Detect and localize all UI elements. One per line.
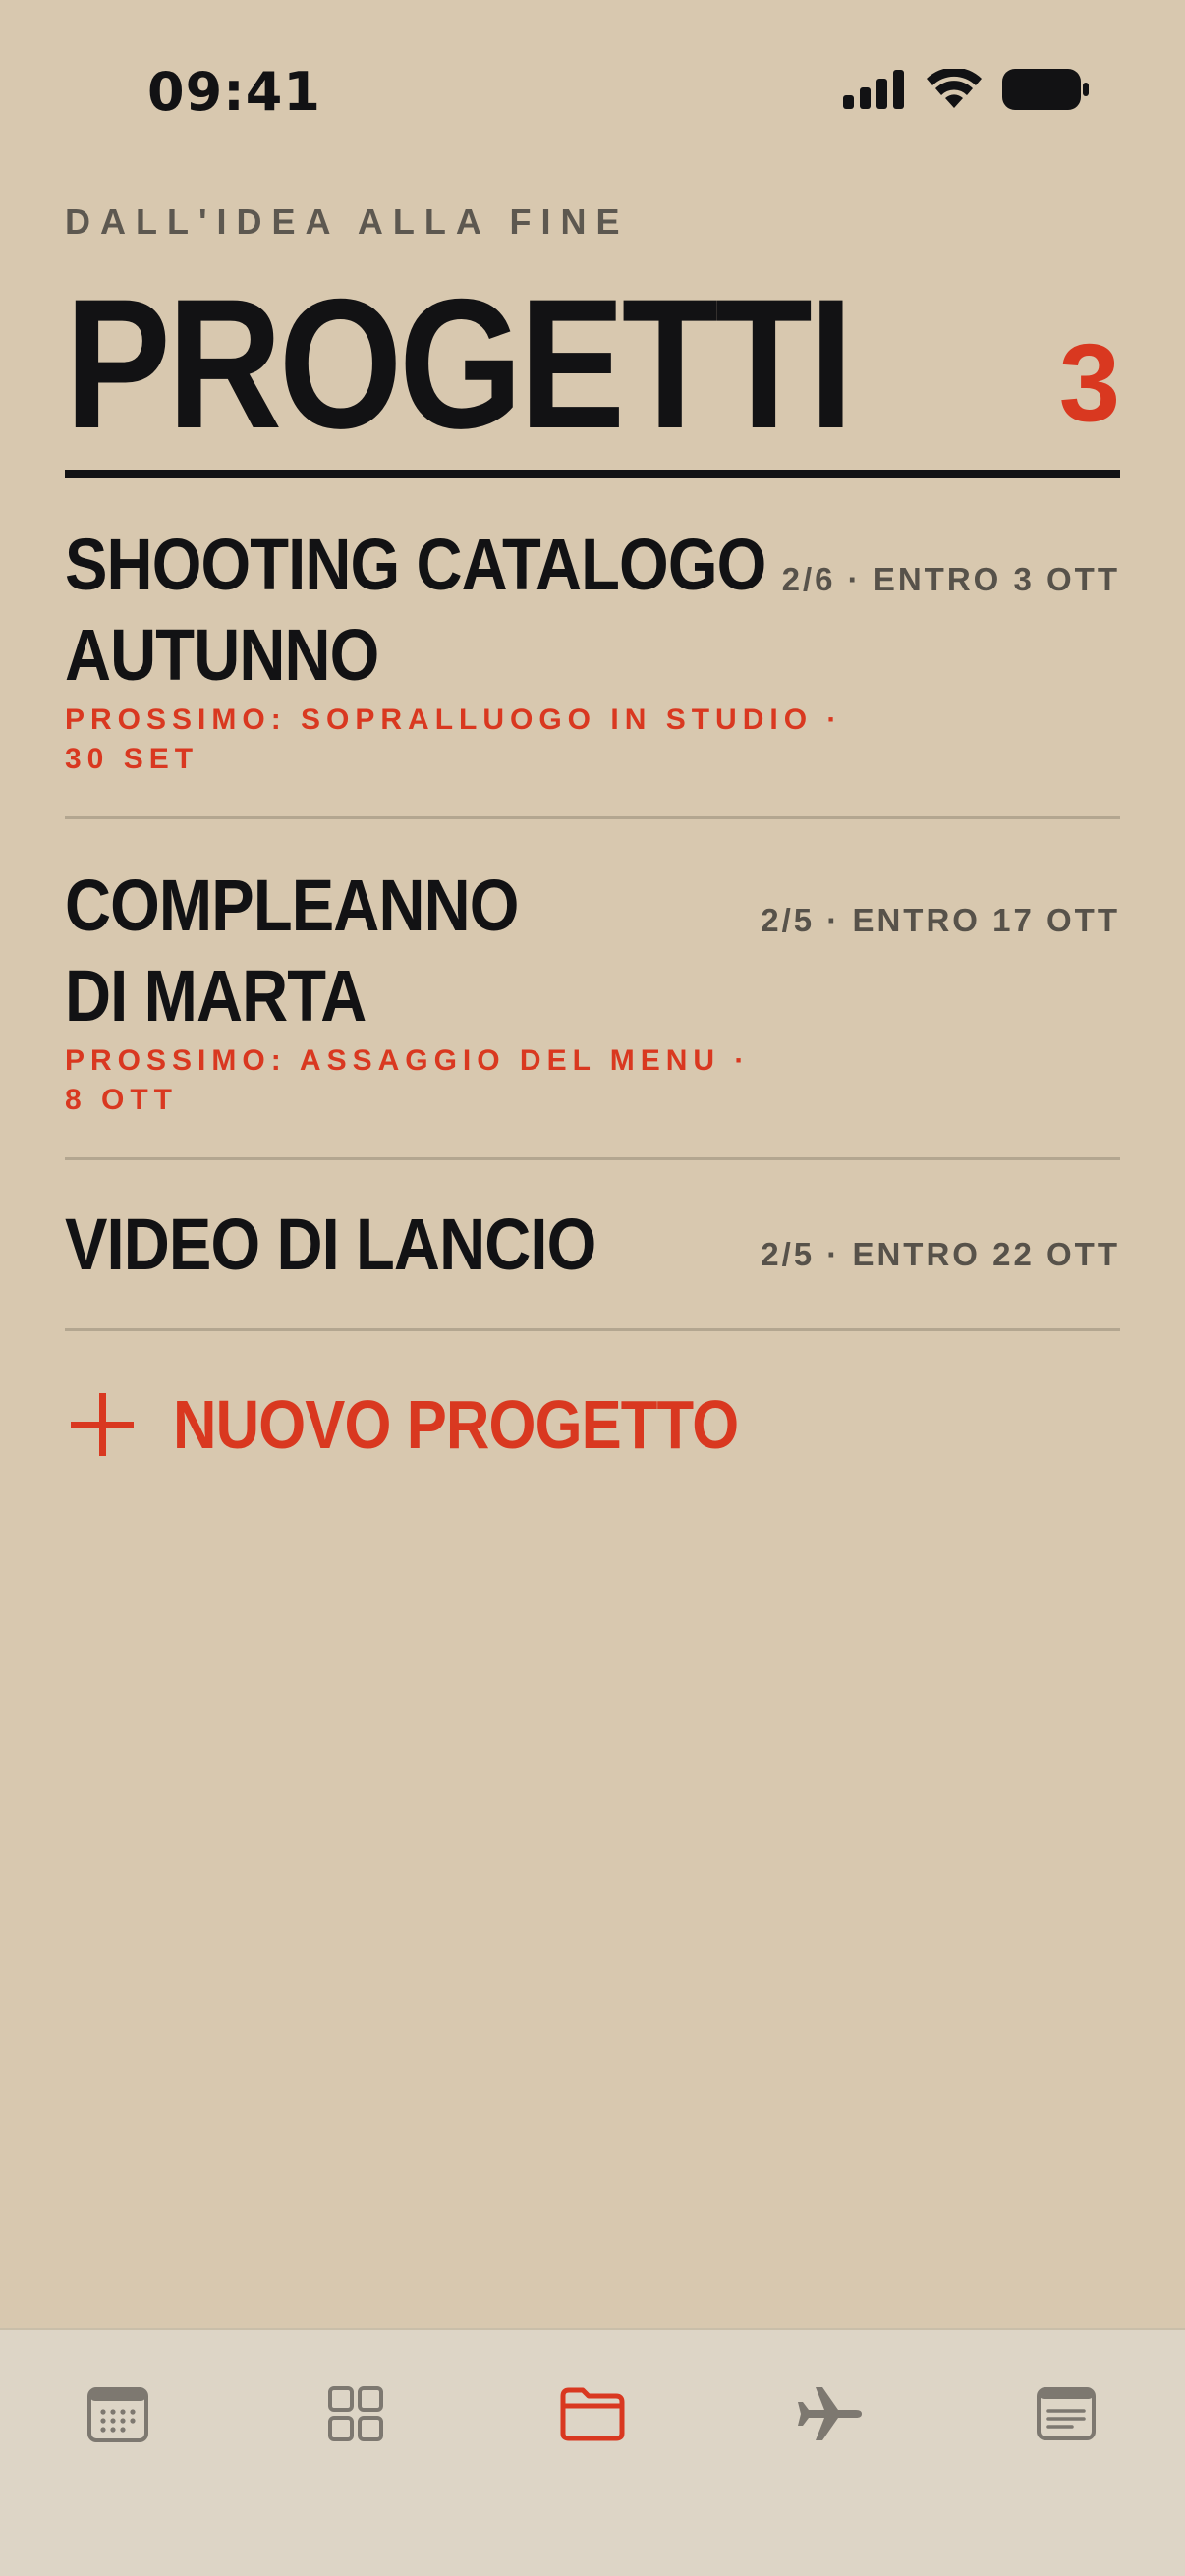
project-next-step: PROSSIMO: ASSAGGIO DEL MENU · 8 OTT [65,1041,750,1120]
tab-dashboard[interactable] [311,2370,400,2458]
notes-icon [1037,2387,1096,2440]
project-meta: 2/6 · ENTRO 3 OTT [781,561,1120,597]
project-name-line: AUTUNNO [65,614,379,696]
tab-bar [0,2328,1185,2576]
project-next-line: 30 SET [65,743,199,775]
battery-icon [1002,69,1089,110]
project-next-line: PROSSIMO: ASSAGGIO DEL MENU · [65,1044,751,1077]
project-meta: 2/5 · ENTRO 17 OTT [761,902,1120,938]
tab-travel[interactable] [786,2370,875,2458]
project-name: COMPLEANNO DI MARTA [65,861,519,1041]
project-name-line: DI MARTA [65,955,367,1036]
project-item[interactable]: VIDEO DI LANCIO 2/5 · ENTRO 22 OTT [65,1160,1120,1331]
calendar-icon [87,2387,148,2442]
wifi-icon [927,69,982,108]
tab-projects[interactable] [548,2370,637,2458]
project-name-line: SHOOTING CATALOGO [65,524,766,605]
plus-icon [65,1387,140,1462]
project-name: VIDEO DI LANCIO [65,1200,596,1290]
project-item[interactable]: COMPLEANNO DI MARTA 2/5 · ENTRO 17 OTT P… [65,819,1120,1160]
page-eyebrow: DALL'IDEA ALLA FINE [65,201,630,242]
cellular-signal-icon [843,70,904,109]
project-count: 3 [1058,321,1120,444]
project-item[interactable]: SHOOTING CATALOGO AUTUNNO 2/6 · ENTRO 3 … [65,478,1120,819]
project-name-line: COMPLEANNO [65,865,519,946]
new-project-button[interactable]: NUOVO PROGETTO [65,1380,816,1469]
page-title: PROGETTI [65,260,853,467]
project-name: SHOOTING CATALOGO AUTUNNO [65,520,766,700]
project-next-step: PROSSIMO: SOPRALLUOGO IN STUDIO · 30 SET [65,700,842,779]
project-next-line: PROSSIMO: SOPRALLUOGO IN STUDIO · [65,703,843,736]
project-meta: 2/5 · ENTRO 22 OTT [761,1236,1120,1272]
airplane-icon [798,2387,862,2440]
status-bar: 09:41 [0,0,1185,187]
project-list: SHOOTING CATALOGO AUTUNNO 2/6 · ENTRO 3 … [65,478,1120,1331]
status-time: 09:41 [147,61,321,123]
grid-icon [328,2386,383,2441]
folder-icon [560,2387,625,2441]
project-next-line: 8 OTT [65,1084,179,1116]
new-project-label: NUOVO PROGETTO [173,1386,739,1463]
status-icons [843,69,1089,110]
tab-calendar[interactable] [74,2370,162,2458]
title-divider [65,470,1120,478]
page-header: DALL'IDEA ALLA FINE [65,201,1120,243]
title-row: PROGETTI 3 [65,265,1120,472]
project-name-line: VIDEO DI LANCIO [65,1204,596,1285]
tab-notes[interactable] [1022,2370,1110,2458]
